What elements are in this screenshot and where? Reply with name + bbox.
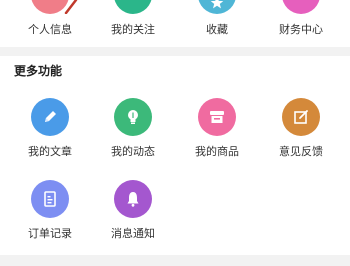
section-divider: [0, 255, 350, 266]
document-icon: [31, 180, 69, 218]
bell-icon: [114, 180, 152, 218]
function-my-products[interactable]: 我的商品: [175, 98, 259, 160]
shortcut-label: 个人信息: [28, 23, 72, 36]
pencil-icon: [31, 98, 69, 136]
function-label: 订单记录: [28, 227, 72, 240]
function-label: 我的文章: [28, 145, 72, 158]
function-label: 消息通知: [111, 227, 155, 240]
annotation-stroke: [64, 0, 78, 14]
function-feedback[interactable]: 意见反馈: [259, 98, 343, 160]
heart-icon: [114, 0, 152, 14]
shortcut-my-follows[interactable]: 我的关注: [91, 0, 175, 48]
function-label: 意见反馈: [279, 145, 323, 158]
shop-icon: [198, 98, 236, 136]
function-order-records[interactable]: 订单记录: [8, 180, 92, 242]
function-label: 我的动态: [111, 145, 155, 158]
wallet-icon: [282, 0, 320, 14]
function-notifications[interactable]: 消息通知: [91, 180, 175, 242]
shortcut-label: 收藏: [206, 23, 228, 36]
bulb-icon: [114, 98, 152, 136]
function-my-activity[interactable]: 我的动态: [91, 98, 175, 160]
shortcut-personal-info[interactable]: 个人信息: [8, 0, 92, 48]
shortcut-favorites[interactable]: 收藏: [175, 0, 259, 48]
function-my-articles[interactable]: 我的文章: [8, 98, 92, 160]
shortcut-label: 财务中心: [279, 23, 323, 36]
function-label: 我的商品: [195, 145, 239, 158]
section-divider: [0, 47, 350, 56]
edit-icon: [282, 98, 320, 136]
section-title: 更多功能: [14, 64, 63, 78]
shortcut-label: 我的关注: [111, 23, 155, 36]
star-icon: [198, 0, 236, 14]
top-shortcuts: 个人信息 我的关注 收藏 财务中心: [0, 0, 350, 48]
shortcut-finance-center[interactable]: 财务中心: [259, 0, 343, 48]
